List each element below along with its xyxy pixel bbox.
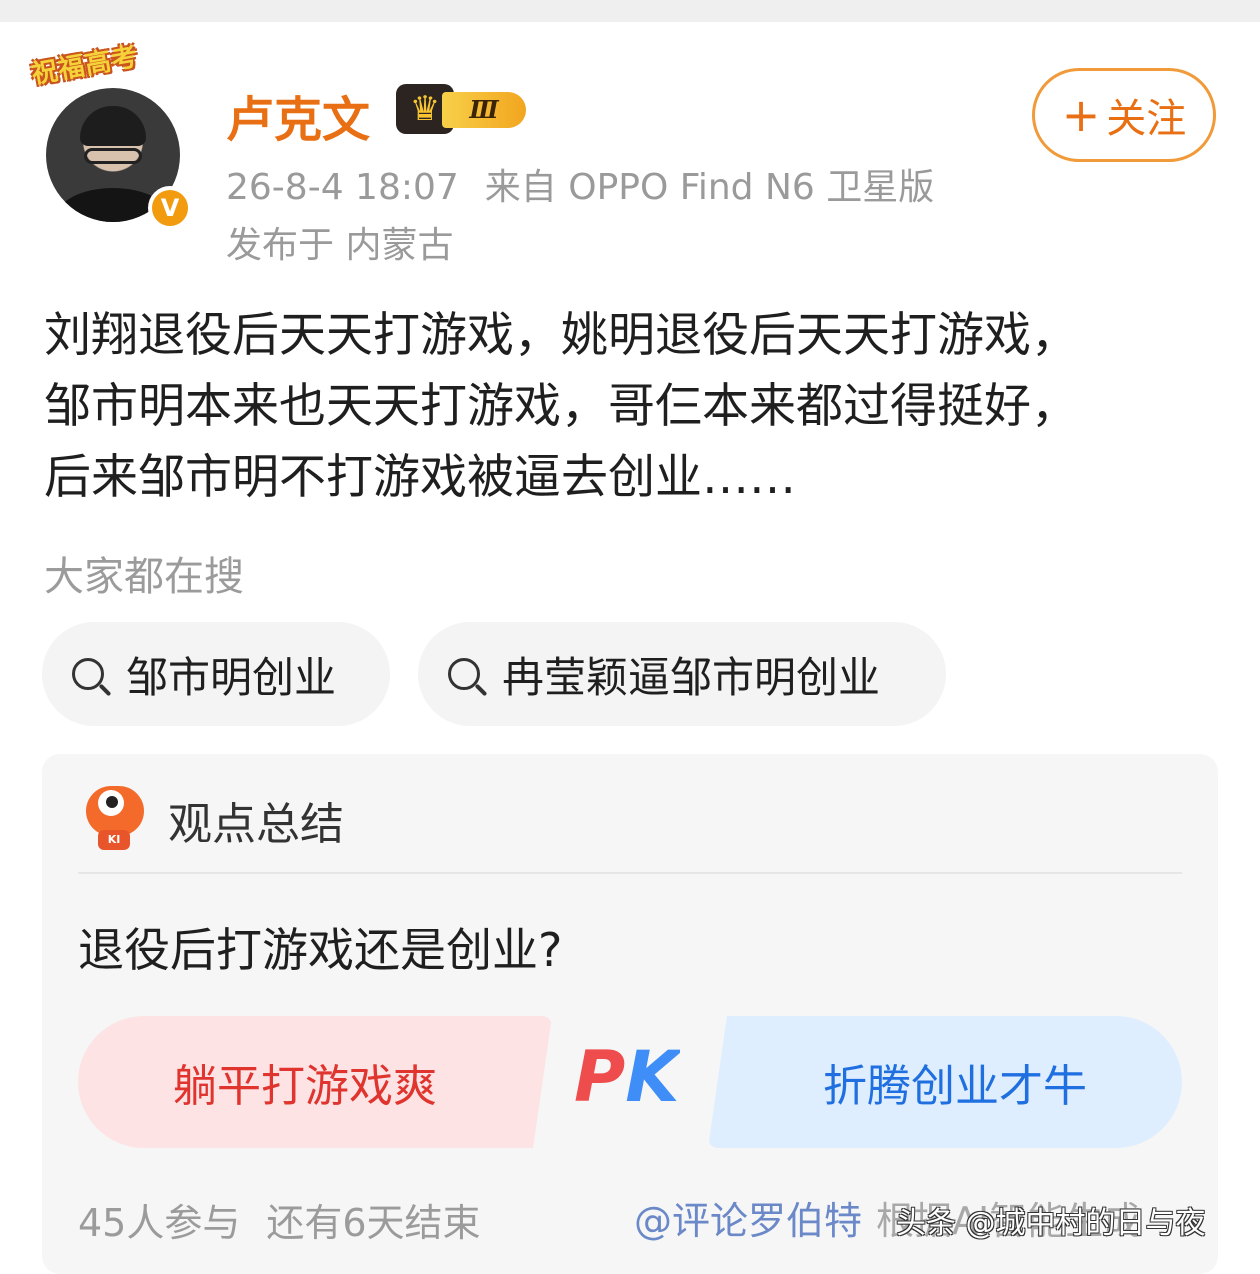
pk-label: PK: [574, 1036, 680, 1118]
card-title: 观点总结: [168, 799, 344, 850]
watermark: 头条 @城中村的日与夜: [896, 1206, 1206, 1241]
search-chip[interactable]: 冉莹颖逼邹市明创业: [418, 622, 946, 726]
username[interactable]: 卢克文: [226, 80, 370, 150]
poll-question: 退役后打游戏还是创业?: [78, 923, 563, 977]
follow-label: 关注: [1106, 96, 1187, 142]
post-content-line: 邹市明本来也天天打游戏，哥仨本来都过得挺好，: [44, 379, 1078, 434]
search-icon: [72, 658, 104, 690]
post-meta: 26-8-4 18:07 来自 OPPO Find N6 卫星版: [226, 158, 934, 210]
poll-stats: 45人参与 还有6天结束: [78, 1192, 481, 1247]
plus-icon: +: [1061, 88, 1101, 142]
user-avatar[interactable]: 祝福高考 V: [29, 42, 192, 230]
status-bar-strip: [0, 0, 1260, 22]
member-level-badge[interactable]: ♛ Ⅲ: [396, 84, 530, 134]
post-location: 发布于 内蒙古: [226, 225, 454, 266]
search-chip-label: 邹市明创业: [126, 652, 337, 702]
attribution-link[interactable]: @评论罗伯特: [634, 1199, 862, 1243]
vote-option-left[interactable]: 躺平打游戏爽: [78, 1016, 552, 1148]
participant-count: 45人参与: [78, 1201, 241, 1245]
post-content-line: 后来邹市明不打游戏被逼去创业……: [44, 450, 796, 505]
divider: [78, 872, 1182, 874]
vote-option-right[interactable]: 折腾创业才牛: [708, 1016, 1182, 1148]
post-source: 来自 OPPO Find N6 卫星版: [484, 167, 935, 208]
time-remaining: 还有6天结束: [266, 1201, 481, 1245]
verified-icon: V: [148, 186, 192, 230]
level-label: Ⅲ: [442, 92, 526, 128]
ai-robot-icon: KI: [78, 778, 150, 850]
opinion-summary-card: KI 观点总结 退役后打游戏还是创业? 躺平打游戏爽 PK 折腾创业才牛 45人…: [42, 754, 1218, 1274]
follow-button[interactable]: + 关注: [1032, 68, 1216, 162]
post-content[interactable]: 刘翔退役后天天打游戏，姚明退役后天天打游戏， 邹市明本来也天天打游戏，哥仨本来都…: [44, 300, 1234, 513]
post-timestamp: 26-8-4 18:07: [226, 167, 459, 208]
trending-search-title: 大家都在搜: [44, 554, 244, 600]
search-icon: [448, 658, 480, 690]
post-content-line: 刘翔退役后天天打游戏，姚明退役后天天打游戏，: [44, 308, 1078, 363]
search-chip[interactable]: 邹市明创业: [42, 622, 390, 726]
search-chip-label: 冉莹颖逼邹市明创业: [502, 652, 881, 702]
